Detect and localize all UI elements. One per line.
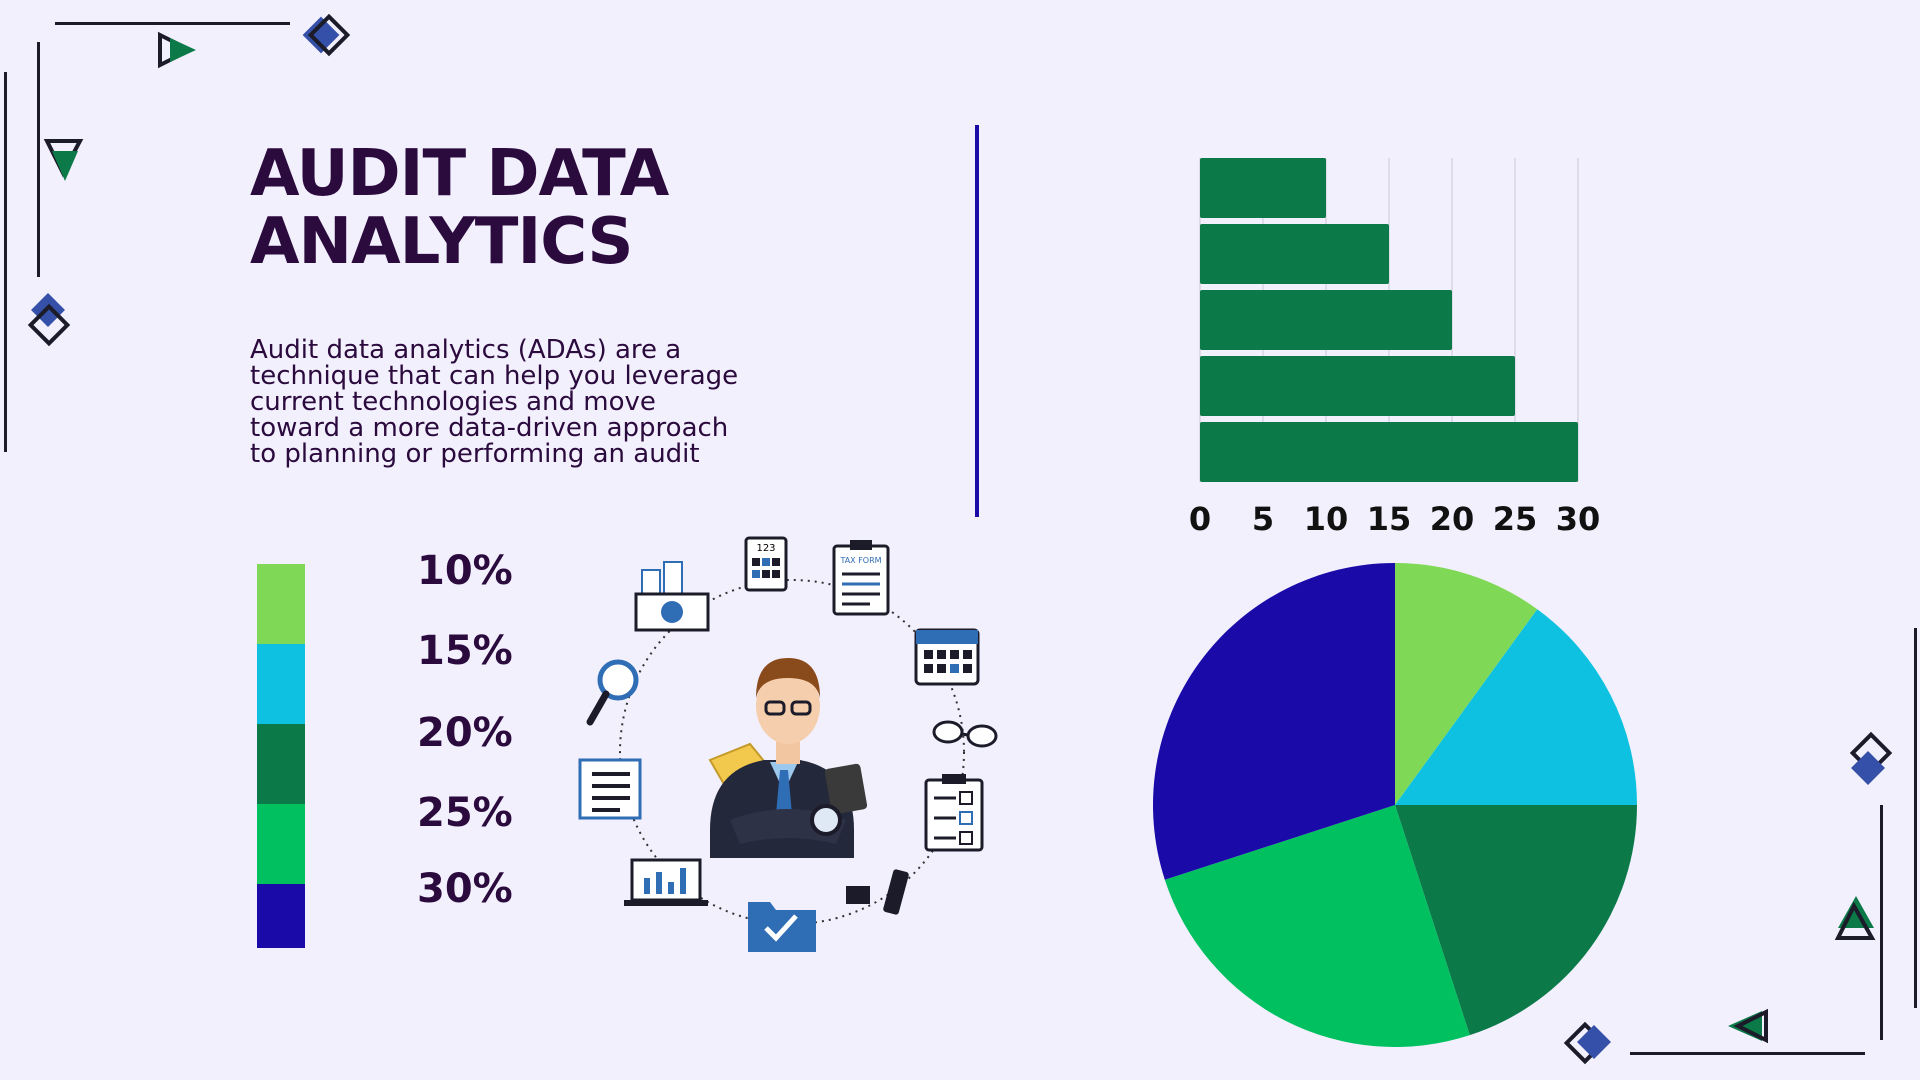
deco-line-bottom — [1630, 1052, 1865, 1055]
deco-diamond-icon — [302, 14, 351, 57]
legend-swatch-2 — [257, 644, 305, 724]
pie-chart — [1153, 563, 1637, 1047]
x-tick-label-2: 10 — [1304, 500, 1349, 538]
legend-label-1: 10% — [417, 548, 513, 594]
x-tick-label-1: 5 — [1252, 500, 1274, 538]
money-coins-icon — [634, 561, 710, 632]
deco-line-right-outer — [1914, 628, 1917, 1008]
deco-line-top — [55, 22, 290, 25]
description-text: Audit data analytics (ADAs) are a techni… — [250, 335, 739, 469]
x-tick-label-3: 15 — [1367, 500, 1412, 538]
bar-chart: 0 5 10 15 20 25 30 — [1189, 158, 1601, 538]
deco-line-right-inner — [1880, 805, 1883, 1040]
magnifier-icon — [586, 659, 639, 726]
bar-0 — [1200, 158, 1326, 218]
auditor-man-icon — [708, 658, 868, 858]
legend-swatch-1 — [257, 564, 305, 644]
document-list-icon — [578, 758, 642, 820]
page-title: AUDIT DATA ANALYTICS — [250, 137, 669, 279]
calculator-icon: 123 — [744, 536, 788, 592]
x-tick-label-6: 30 — [1556, 500, 1601, 538]
bar-3 — [1200, 356, 1515, 416]
bar-2 — [1200, 290, 1452, 350]
checklist-icon — [924, 774, 984, 852]
legend-swatch-5 — [257, 884, 305, 948]
deco-triangle-up-icon — [1834, 896, 1876, 940]
legend-label-4: 25% — [417, 790, 513, 836]
legend-swatch-3 — [257, 724, 305, 804]
bar-1 — [1200, 224, 1389, 284]
calendar-icon — [914, 628, 980, 686]
legend-swatch-4 — [257, 804, 305, 884]
x-tick-label-0: 0 — [1189, 500, 1211, 538]
auditor-illustration: 123 TAX FORM — [578, 536, 998, 952]
x-tick-label-4: 20 — [1430, 500, 1475, 538]
deco-triangle-down-icon — [43, 139, 84, 181]
deco-diamond-left-icon — [27, 293, 71, 347]
tax-form-icon: TAX FORM — [832, 540, 890, 616]
legend-label-2: 15% — [417, 628, 513, 674]
deco-diamond-right-icon — [1849, 731, 1893, 785]
usb-drive-icon — [846, 869, 909, 915]
x-tick-label-5: 25 — [1493, 500, 1538, 538]
legend-label-5: 30% — [417, 866, 513, 912]
deco-line-left-inner — [37, 42, 40, 277]
deco-triangle-icon — [158, 31, 196, 69]
calculator-text: 123 — [756, 543, 775, 554]
tax-form-text: TAX FORM — [839, 556, 881, 565]
bar-4 — [1200, 422, 1578, 482]
laptop-chart-icon — [624, 858, 708, 906]
folder-check-icon — [748, 902, 816, 952]
deco-triangle-left-icon — [1728, 1008, 1768, 1044]
glasses-icon — [932, 720, 998, 748]
deco-line-left-outer — [4, 72, 7, 452]
vertical-divider — [975, 125, 979, 517]
legend-label-3: 20% — [417, 710, 513, 756]
